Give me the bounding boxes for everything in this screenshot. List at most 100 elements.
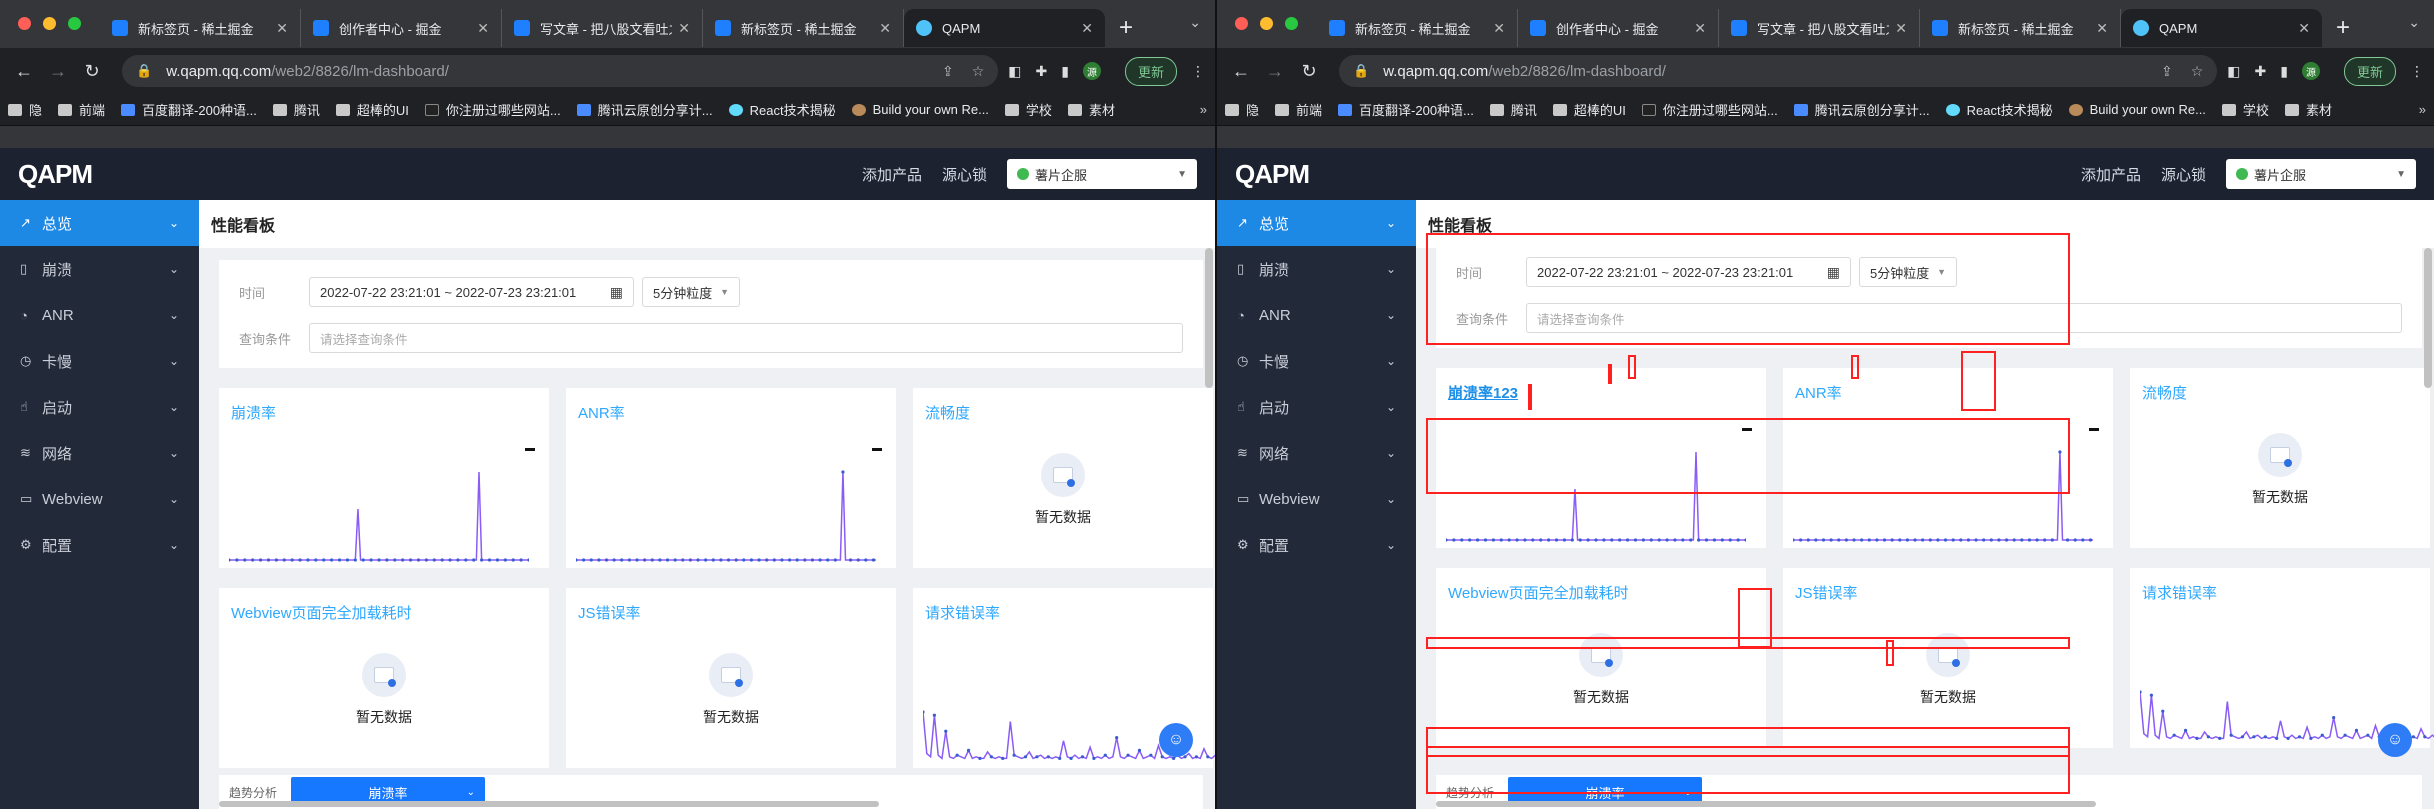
- sidepanel-icon[interactable]: ▮: [1061, 63, 1069, 80]
- metric-card-crash-rate[interactable]: 崩溃率123: [1436, 368, 1766, 548]
- add-product-link[interactable]: 添加产品: [862, 164, 922, 185]
- date-range-picker[interactable]: 2022-07-22 23:21:01 ~ 2022-07-23 23:21:0…: [309, 277, 634, 307]
- bookmark-link[interactable]: 腾讯云原创分享计...: [1793, 100, 1930, 119]
- card-title[interactable]: JS错误率: [1795, 582, 2101, 603]
- query-condition-input[interactable]: 请选择查询条件: [309, 323, 1183, 353]
- bookmarks-overflow-icon[interactable]: »: [1200, 102, 1207, 117]
- lock-icon[interactable]: 🔒: [1353, 63, 1369, 79]
- card-title[interactable]: Webview页面完全加载耗时: [231, 602, 537, 623]
- card-title[interactable]: 请求错误率: [925, 602, 1201, 623]
- browser-tab[interactable]: 新标签页 - 稀土掘金 ✕: [703, 9, 904, 47]
- card-title[interactable]: 流畅度: [2142, 382, 2418, 403]
- browser-tab[interactable]: 新标签页 - 稀土掘金 ✕: [1920, 9, 2121, 47]
- sidebar-item-crash[interactable]: ▯ 崩溃 ⌄: [0, 246, 199, 292]
- profile-avatar[interactable]: 源: [1082, 62, 1101, 80]
- tab-close-icon[interactable]: ✕: [678, 20, 690, 37]
- sidepanel-icon[interactable]: ▮: [2280, 63, 2288, 80]
- card-title[interactable]: 流畅度: [925, 402, 1201, 423]
- source-lock-link[interactable]: 源心锁: [2161, 164, 2206, 185]
- vertical-scrollbar[interactable]: [1205, 248, 1213, 388]
- tenant-select[interactable]: 薯片企服 ▼: [1007, 159, 1197, 189]
- bookmark-folder[interactable]: 素材: [1067, 100, 1115, 119]
- address-bar[interactable]: 🔒 w.qapm.qq.com/web2/8826/lm-dashboard/ …: [1339, 55, 2218, 87]
- maximize-window-button[interactable]: [68, 17, 81, 30]
- reload-icon[interactable]: ↻: [78, 61, 106, 82]
- maximize-window-button[interactable]: [1285, 17, 1298, 30]
- bookmark-folder[interactable]: 素材: [2284, 100, 2332, 119]
- sidebar-item-anr[interactable]: ◔ ANR ⌄: [1217, 292, 1416, 338]
- minimize-window-button[interactable]: [43, 17, 56, 30]
- close-window-button[interactable]: [1235, 17, 1248, 30]
- metric-card-webview-load[interactable]: Webview页面完全加载耗时 暂无数据: [219, 588, 549, 768]
- sidebar-item-config[interactable]: ⚙ 配置 ⌄: [1217, 522, 1416, 568]
- tenant-select[interactable]: 薯片企服 ▼: [2226, 159, 2416, 189]
- source-lock-link[interactable]: 源心锁: [942, 164, 987, 185]
- bookmark-link[interactable]: React技术揭秘: [1945, 100, 2053, 119]
- bookmarks-overflow-icon[interactable]: »: [2419, 102, 2426, 117]
- browser-tab-active[interactable]: QAPM ✕: [2121, 9, 2322, 47]
- metric-card-crash-rate[interactable]: 崩溃率: [219, 388, 549, 568]
- tab-close-icon[interactable]: ✕: [1694, 20, 1706, 37]
- sidebar-item-crash[interactable]: ▯ 崩溃 ⌄: [1217, 246, 1416, 292]
- horizontal-scrollbar[interactable]: [1436, 801, 2096, 807]
- new-tab-button[interactable]: +: [2336, 9, 2350, 47]
- share-icon[interactable]: ⇪: [2161, 63, 2173, 80]
- sidebar-item-overview[interactable]: ↗ 总览 ⌄: [1217, 200, 1416, 246]
- extension-icon[interactable]: ◧: [1008, 63, 1021, 80]
- bookmark-folder[interactable]: 前端: [58, 100, 105, 119]
- bookmark-link[interactable]: 百度翻译-200种语...: [121, 100, 257, 119]
- bookmark-folder[interactable]: 隐: [1225, 100, 1259, 119]
- browser-tab[interactable]: 写文章 - 把八股文看吐之后 ✕: [1719, 9, 1920, 47]
- metric-card-webview-load[interactable]: Webview页面完全加载耗时 暂无数据: [1436, 568, 1766, 748]
- vertical-scrollbar[interactable]: [2424, 248, 2432, 388]
- browser-tab[interactable]: 创作者中心 - 掘金 ✕: [301, 9, 502, 47]
- metric-card-anr-rate[interactable]: ANR率: [1783, 368, 2113, 548]
- sidebar-item-lag[interactable]: ◷ 卡慢 ⌄: [1217, 338, 1416, 384]
- qapm-logo[interactable]: QAPM: [1235, 159, 1310, 190]
- card-title[interactable]: Webview页面完全加载耗时: [1448, 582, 1754, 603]
- bookmark-link[interactable]: 百度翻译-200种语...: [1338, 100, 1474, 119]
- minimize-window-button[interactable]: [1260, 17, 1273, 30]
- tab-close-icon[interactable]: ✕: [2096, 20, 2108, 37]
- profile-avatar[interactable]: 源: [2301, 62, 2320, 80]
- new-tab-button[interactable]: +: [1119, 9, 1133, 47]
- granularity-select[interactable]: 5分钟粒度 ▼: [1859, 257, 1957, 287]
- metric-card-anr-rate[interactable]: ANR率: [566, 388, 896, 568]
- horizontal-scrollbar[interactable]: [219, 801, 879, 807]
- tab-search-chevron-icon[interactable]: ⌄: [2408, 14, 2420, 31]
- lock-icon[interactable]: 🔒: [136, 63, 152, 79]
- card-title[interactable]: 崩溃率: [231, 402, 537, 423]
- sidebar-item-config[interactable]: ⚙ 配置 ⌄: [0, 522, 199, 568]
- kebab-menu-icon[interactable]: ⋮: [1191, 63, 1205, 80]
- sidebar-item-launch[interactable]: ☝ 启动 ⌄: [1217, 384, 1416, 430]
- tab-close-icon[interactable]: ✕: [879, 20, 891, 37]
- bookmark-link[interactable]: 你注册过哪些网站...: [424, 100, 561, 119]
- customer-service-button[interactable]: ☺: [2378, 723, 2412, 757]
- sidebar-item-lag[interactable]: ◷ 卡慢 ⌄: [0, 338, 199, 384]
- add-product-link[interactable]: 添加产品: [2081, 164, 2141, 185]
- bookmark-link[interactable]: React技术揭秘: [728, 100, 836, 119]
- card-title[interactable]: JS错误率: [578, 602, 884, 623]
- sidebar-item-network[interactable]: ≋ 网络 ⌄: [1217, 430, 1416, 476]
- bookmark-link[interactable]: Build your own Re...: [851, 102, 989, 117]
- tab-close-icon[interactable]: ✕: [477, 20, 489, 37]
- forward-arrow-icon[interactable]: →: [1261, 61, 1289, 82]
- metric-card-smoothness[interactable]: 流畅度 暂无数据: [2130, 368, 2430, 548]
- browser-tab-active[interactable]: QAPM ✕: [904, 9, 1105, 47]
- qapm-logo[interactable]: QAPM: [18, 159, 93, 190]
- metric-card-smoothness[interactable]: 流畅度 暂无数据: [913, 388, 1213, 568]
- back-arrow-icon[interactable]: ←: [1227, 61, 1255, 82]
- customer-service-button[interactable]: ☺: [1159, 723, 1193, 757]
- bookmark-link[interactable]: 你注册过哪些网站...: [1641, 100, 1778, 119]
- metric-card-js-error[interactable]: JS错误率 暂无数据: [566, 588, 896, 768]
- bookmark-folder[interactable]: 腾讯: [1489, 100, 1537, 119]
- metric-card-js-error[interactable]: JS错误率 暂无数据: [1783, 568, 2113, 748]
- date-range-picker[interactable]: 2022-07-22 23:21:01 ~ 2022-07-23 23:21:0…: [1526, 257, 1851, 287]
- puzzle-icon[interactable]: ✚: [2255, 63, 2267, 80]
- sidebar-item-webview[interactable]: ▭ Webview ⌄: [1217, 476, 1416, 522]
- metric-card-request-error[interactable]: 请求错误率: [2130, 568, 2434, 748]
- bookmark-folder[interactable]: 学校: [2221, 100, 2269, 119]
- bookmark-folder[interactable]: 腾讯: [272, 100, 320, 119]
- sidebar-item-webview[interactable]: ▭ Webview ⌄: [0, 476, 199, 522]
- card-title[interactable]: ANR率: [578, 402, 884, 423]
